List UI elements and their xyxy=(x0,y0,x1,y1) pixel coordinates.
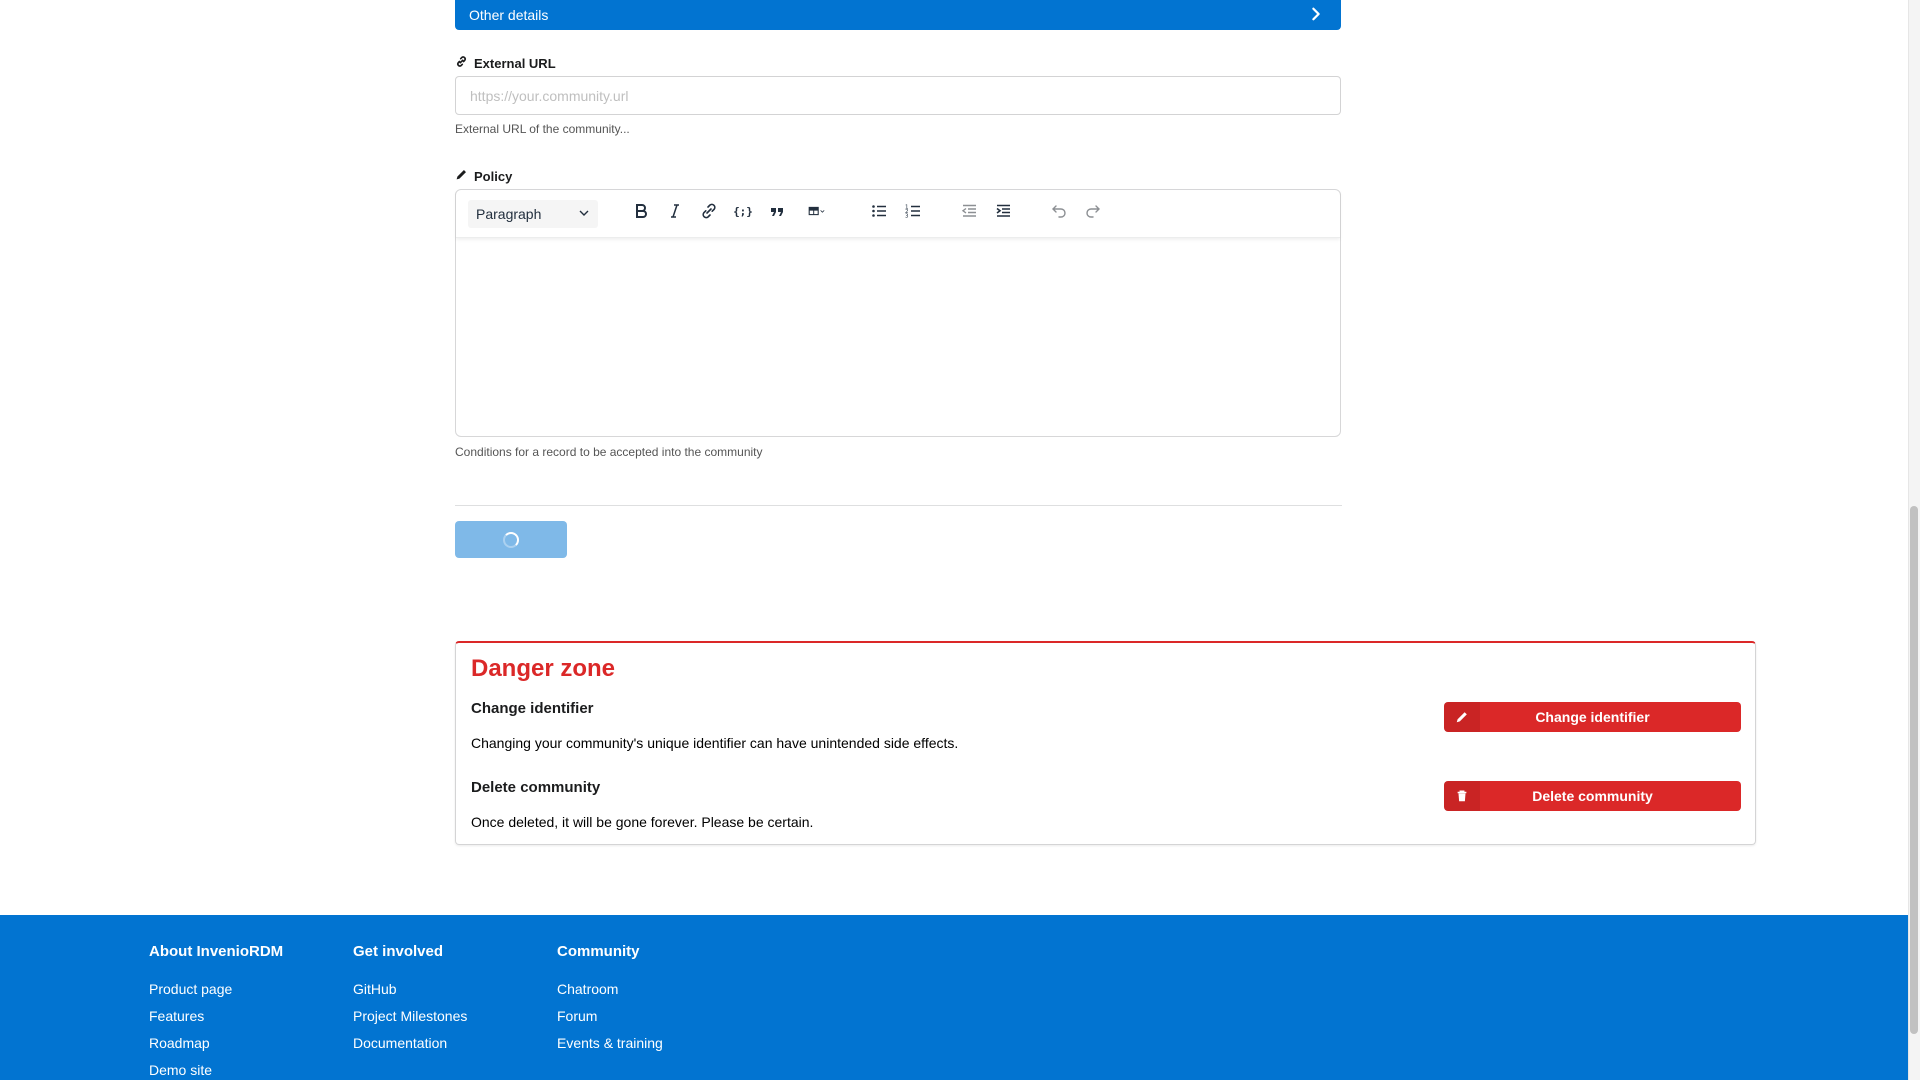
footer-column-community: Community Chatroom Forum Events & traini… xyxy=(557,943,663,1057)
save-button[interactable] xyxy=(455,521,567,558)
pencil-icon xyxy=(1444,702,1480,732)
change-identifier-button[interactable]: Change identifier xyxy=(1444,702,1741,732)
block-format-select[interactable]: Paragraph xyxy=(468,199,598,228)
link-icon xyxy=(455,55,468,71)
footer-column-get-involved: Get involved GitHub Project Milestones D… xyxy=(353,943,467,1057)
footer-link-github[interactable]: GitHub xyxy=(353,976,467,1003)
footer-heading: About InvenioRDM xyxy=(149,943,284,960)
policy-editor-content[interactable] xyxy=(456,238,1340,436)
numbered-list-button[interactable]: 123 xyxy=(899,200,927,228)
bullet-list-button[interactable] xyxy=(865,200,893,228)
footer-link-project-milestones[interactable]: Project Milestones xyxy=(353,1003,467,1030)
footer-link-forum[interactable]: Forum xyxy=(557,1003,663,1030)
external-url-input[interactable] xyxy=(455,76,1341,115)
danger-zone: Danger zone Change identifier Changing y… xyxy=(455,641,1756,845)
italic-button[interactable] xyxy=(661,200,689,228)
bold-button[interactable] xyxy=(627,200,655,228)
delete-community-button-label: Delete community xyxy=(1532,788,1653,804)
footer-column-about: About InvenioRDM Product page Features R… xyxy=(149,943,283,1084)
site-footer: About InvenioRDM Product page Features R… xyxy=(0,915,1908,1080)
external-url-label: External URL xyxy=(455,55,556,71)
chevron-right-icon xyxy=(1309,7,1323,24)
scrollbar-thumb[interactable] xyxy=(1910,506,1918,1034)
blockquote-button[interactable] xyxy=(763,200,791,228)
footer-heading: Get involved xyxy=(353,943,444,960)
svg-text:3: 3 xyxy=(905,214,909,220)
accordion-title: Other details xyxy=(469,7,549,23)
table-icon xyxy=(808,202,826,225)
change-identifier-title: Change identifier xyxy=(471,700,594,717)
delete-community-button[interactable]: Delete community xyxy=(1444,781,1741,811)
indent-button[interactable] xyxy=(989,200,1017,228)
svg-text:{;}: {;} xyxy=(734,205,752,218)
danger-zone-title: Danger zone xyxy=(471,655,616,682)
footer-link-documentation[interactable]: Documentation xyxy=(353,1030,467,1057)
footer-link-events-training[interactable]: Events & training xyxy=(557,1030,663,1057)
bold-icon xyxy=(632,202,650,225)
code-button[interactable]: {;} xyxy=(729,200,757,228)
undo-icon xyxy=(1050,202,1068,225)
numbered-list-icon: 123 xyxy=(904,202,922,225)
policy-editor: Paragraph {;} 1 2 3 xyxy=(455,189,1341,437)
blockquote-icon xyxy=(768,202,786,225)
page-scrollbar[interactable] xyxy=(1908,0,1920,1080)
indent-icon xyxy=(994,202,1012,225)
footer-link-roadmap[interactable]: Roadmap xyxy=(149,1030,283,1057)
delete-community-title: Delete community xyxy=(471,779,601,796)
link-button[interactable] xyxy=(695,200,723,228)
redo-button[interactable] xyxy=(1079,200,1107,228)
external-url-help: External URL of the community... xyxy=(455,122,630,136)
block-format-value: Paragraph xyxy=(476,205,542,222)
form-divider xyxy=(455,505,1342,506)
chevron-down-icon xyxy=(578,206,590,222)
bullet-list-icon xyxy=(870,202,888,225)
policy-label: Policy xyxy=(455,168,512,184)
outdent-button[interactable] xyxy=(955,200,983,228)
policy-label-text: Policy xyxy=(474,168,513,184)
editor-toolbar: Paragraph {;} 1 2 3 xyxy=(456,190,1340,238)
trash-icon xyxy=(1444,781,1480,811)
table-button[interactable] xyxy=(797,200,837,228)
footer-link-chatroom[interactable]: Chatroom xyxy=(557,976,663,1003)
footer-link-features[interactable]: Features xyxy=(149,1003,283,1030)
outdent-icon xyxy=(960,202,978,225)
change-identifier-description: Changing your community's unique identif… xyxy=(471,735,959,751)
footer-heading: Community xyxy=(557,943,640,960)
loading-spinner-icon xyxy=(503,531,519,548)
policy-help: Conditions for a record to be accepted i… xyxy=(455,445,763,459)
code-icon: {;} xyxy=(733,202,753,225)
delete-community-description: Once deleted, it will be gone forever. P… xyxy=(471,814,814,830)
footer-link-product-page[interactable]: Product page xyxy=(149,976,283,1003)
change-identifier-button-label: Change identifier xyxy=(1535,709,1650,725)
italic-icon xyxy=(666,202,684,225)
undo-button[interactable] xyxy=(1045,200,1073,228)
pencil-icon xyxy=(455,168,468,184)
other-details-accordion[interactable]: Other details xyxy=(455,0,1341,30)
external-url-label-text: External URL xyxy=(474,55,556,71)
redo-icon xyxy=(1084,202,1102,225)
link-icon xyxy=(700,202,718,225)
